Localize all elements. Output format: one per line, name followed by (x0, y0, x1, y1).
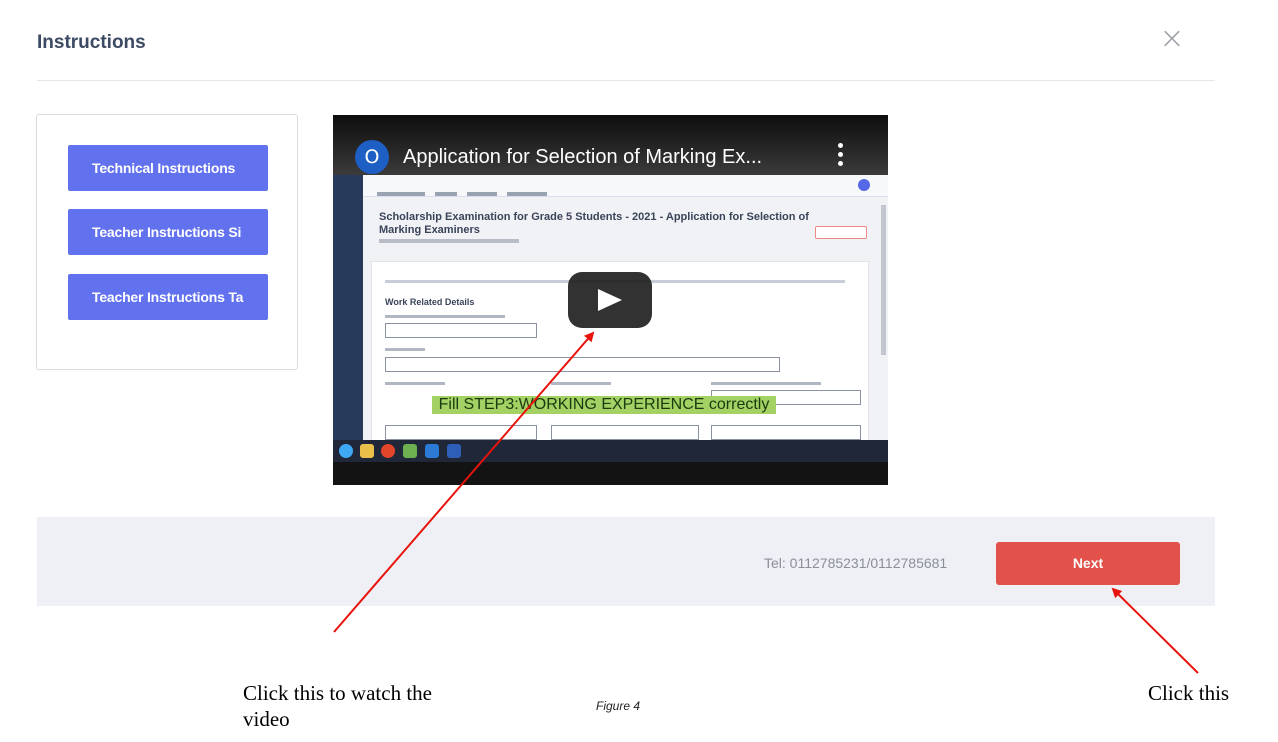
video-frame-label (385, 382, 445, 385)
video-frame-label (551, 382, 611, 385)
contact-phone: Tel: 0112785231/0112785681 (764, 555, 948, 571)
video-frame-field (551, 425, 699, 440)
video-frame-scrollbar (881, 205, 886, 355)
video-frame-section-title: Work Related Details (385, 297, 475, 307)
video-frame-heading: Scholarship Examination for Grade 5 Stud… (379, 211, 809, 236)
video-frame-label (385, 348, 425, 351)
video-frame-label (711, 382, 821, 385)
video-frame-badge (815, 226, 867, 239)
close-icon[interactable]: × (1158, 24, 1186, 54)
play-button[interactable] (568, 272, 652, 328)
play-icon (598, 289, 622, 311)
video-frame-avatar-dot (858, 179, 870, 191)
video-progress-area[interactable] (333, 462, 888, 485)
watch-video-note: Click this to watch the video (243, 681, 432, 731)
modal-title: Instructions (37, 32, 146, 53)
video-frame-nav (333, 175, 363, 445)
click-this-note: Click this (1148, 681, 1230, 705)
technical-instructions-button[interactable]: Technical Instructions (68, 145, 268, 191)
taskbar-app-icon (403, 444, 417, 458)
video-frame-tabs (377, 183, 617, 196)
taskbar-browser-icon (381, 444, 395, 458)
video-player[interactable]: Scholarship Examination for Grade 5 Stud… (333, 115, 888, 485)
video-title[interactable]: Application for Selection of Marking Ex.… (403, 146, 762, 169)
video-frame-field (385, 425, 537, 440)
header-divider (37, 80, 1215, 81)
teacher-instructions-si-button[interactable]: Teacher Instructions Si (68, 209, 268, 255)
taskbar-folder-icon (360, 444, 374, 458)
taskbar-word-icon (447, 444, 461, 458)
video-frame-field (711, 425, 861, 440)
teacher-instructions-ta-button[interactable]: Teacher Instructions Ta (68, 274, 268, 320)
video-frame-label (385, 315, 505, 318)
video-caption: Fill STEP3:WORKING EXPERIENCE correctly (432, 396, 776, 414)
taskbar-app-icon (425, 444, 439, 458)
video-frame-subtext (379, 239, 519, 243)
next-button[interactable]: Next (996, 542, 1180, 585)
video-frame-field (385, 323, 537, 338)
more-vertical-icon[interactable] (833, 143, 847, 173)
channel-avatar[interactable]: O (355, 140, 389, 174)
taskbar-start-icon (339, 444, 353, 458)
instructions-sidebar: Technical Instructions Teacher Instructi… (36, 114, 298, 370)
figure-caption: Figure 4 (596, 699, 641, 713)
video-frame-field (385, 357, 780, 372)
